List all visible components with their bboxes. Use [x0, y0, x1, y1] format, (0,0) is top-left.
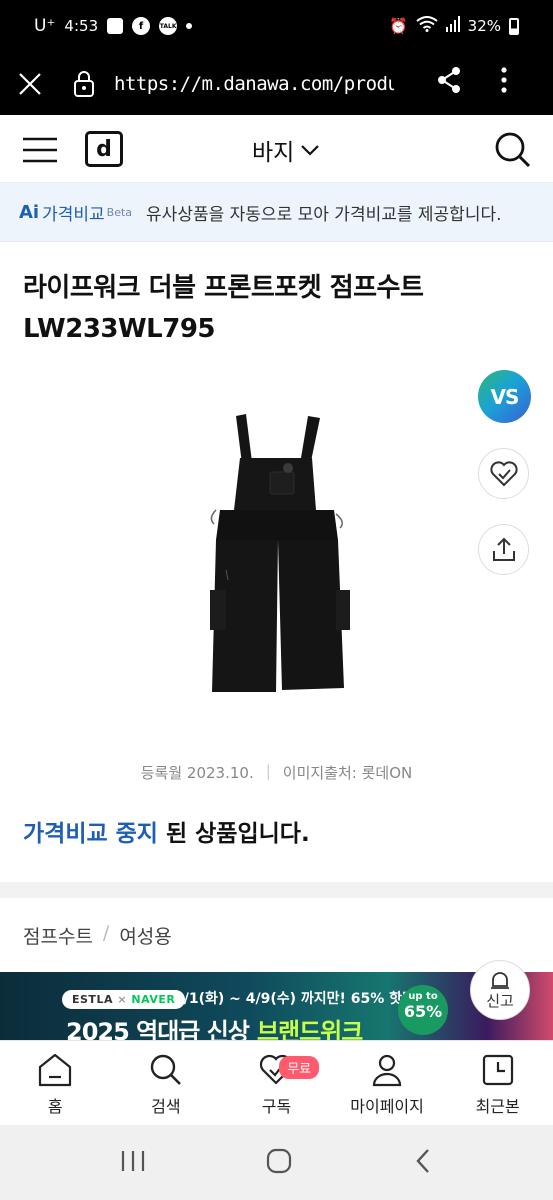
menu-button[interactable]: [22, 137, 58, 167]
search-icon: [495, 132, 531, 168]
ai-message: 유사상품을 자동으로 모아 가격비교를 제공합니다.: [146, 204, 502, 225]
signal-icon: [445, 16, 460, 36]
nav-mypage[interactable]: 마이페이지: [332, 1041, 443, 1125]
breadcrumb-item[interactable]: 여성용: [119, 922, 171, 949]
comparison-status-highlight: 가격비교 중지: [23, 821, 158, 847]
back-button[interactable]: [413, 1147, 433, 1179]
recent-apps-button[interactable]: [120, 1149, 146, 1177]
nav-recent[interactable]: 최근본: [442, 1041, 553, 1125]
browser-url-bar: https://m.danawa.com/product/: [0, 52, 553, 115]
banner-discount-upto: up to: [408, 991, 438, 1002]
close-icon: [19, 72, 41, 95]
nav-subscribe-label: 구독: [261, 1097, 292, 1116]
beta-tag: Beta: [106, 205, 133, 219]
banner-discount-pct: 65%: [403, 1002, 443, 1021]
alarm-icon: ⏰: [388, 17, 408, 35]
battery-icon: [509, 17, 519, 35]
breadcrumb-separator: /: [102, 922, 110, 944]
bottom-navigation: 홈 검색 무료 구독 마이페이지 최근본: [0, 1040, 553, 1125]
image-source: 이미지출처: 롯데ON: [282, 764, 413, 782]
ai-badge: Ai: [19, 201, 40, 223]
nav-home-label: 홈: [47, 1097, 63, 1116]
wishlist-button[interactable]: [478, 448, 529, 499]
nav-home[interactable]: 홈: [0, 1041, 111, 1125]
siren-icon: [491, 971, 509, 989]
breadcrumb: 점프수트 / 여성용: [23, 922, 172, 949]
wifi-icon: [416, 16, 438, 36]
banner-period: 4/1(화) ~ 4/9(수) 까지만! 65% 핫딜: [174, 991, 415, 1007]
comparison-status-text: 된 상품입니다.: [157, 821, 310, 847]
registered-date: 등록월 2023.10.: [140, 764, 254, 782]
search-button[interactable]: [494, 131, 532, 173]
nav-mypage-label: 마이페이지: [350, 1097, 424, 1116]
banner-brand-x: ×: [117, 993, 128, 1006]
banner-brand-naver: NAVER: [131, 993, 176, 1006]
system-navigation-bar: [0, 1125, 553, 1200]
hamburger-menu-icon: [23, 137, 57, 163]
browser-menu-button[interactable]: [492, 64, 516, 100]
carrier-label: U⁺: [34, 16, 56, 36]
facebook-notification-icon: f: [132, 17, 151, 35]
nav-search[interactable]: 검색: [111, 1041, 222, 1125]
site-logo[interactable]: d: [85, 131, 123, 167]
search-icon: [150, 1054, 181, 1085]
free-badge: 무료: [279, 1056, 320, 1079]
banner-headline-brand: 브랜드위크: [256, 1018, 363, 1040]
product-meta: 등록월 2023.10. | 이미지출처: 롯데ON: [0, 762, 553, 783]
breadcrumb-item[interactable]: 점프수트: [23, 922, 93, 949]
section-divider: [0, 882, 553, 898]
category-dropdown[interactable]: 바지: [252, 133, 320, 167]
recent-clock-icon: [482, 1054, 513, 1086]
vs-compare-button[interactable]: VS: [478, 370, 531, 423]
kakaotalk-notification-icon: TALK: [159, 17, 178, 35]
share-button[interactable]: [478, 524, 529, 575]
category-label: 바지: [252, 140, 295, 166]
share-page-button[interactable]: [436, 66, 462, 98]
banner-headline: 2025 역대급 신상 브랜드위크: [66, 1012, 363, 1040]
upload-share-icon: [492, 537, 515, 561]
banner-headline-text: 2025 역대급 신상: [66, 1018, 250, 1040]
ai-label: 가격비교: [42, 204, 105, 225]
banner-brand-pill: ESTLA × NAVER: [62, 990, 186, 1009]
home-button[interactable]: [265, 1147, 293, 1179]
gallery-notification-icon: [107, 18, 124, 34]
more-vertical-icon: [501, 67, 507, 93]
ai-price-compare-bar[interactable]: Ai 가격비교 Beta 유사상품을 자동으로 모아 가격비교를 제공합니다.: [0, 183, 553, 242]
heart-check-icon: [489, 460, 518, 486]
product-image[interactable]: [190, 410, 365, 706]
comparison-status: 가격비교 중지 된 상품입니다.: [23, 814, 310, 848]
meta-divider: |: [265, 762, 271, 780]
banner-discount-badge: up to 65%: [398, 985, 448, 1035]
status-bar: U⁺ 4:53 f TALK ⏰ 32%: [0, 0, 553, 52]
recent-apps-icon: [121, 1150, 144, 1171]
battery-percent: 32%: [467, 17, 501, 35]
share-icon: [438, 67, 460, 93]
back-chevron-icon: [416, 1148, 430, 1173]
lock-icon: [74, 70, 94, 97]
report-label: 신고: [486, 991, 514, 1010]
product-title: 라이프워크 더블 프론트포켓 점프수트 LW233WL795: [23, 273, 424, 344]
jumpsuit-product-illustration: [210, 414, 350, 692]
site-info-button[interactable]: [64, 70, 104, 98]
clock: 4:53: [64, 17, 99, 35]
more-notifications-dot-icon: [186, 23, 193, 29]
home-circle-icon: [267, 1148, 292, 1173]
chevron-down-icon: [301, 145, 320, 156]
nav-search-label: 검색: [151, 1097, 181, 1116]
side-action-buttons: VS: [478, 370, 531, 575]
url-text[interactable]: https://m.danawa.com/product/: [114, 73, 394, 95]
nav-subscribe[interactable]: 무료 구독: [221, 1041, 332, 1125]
nav-recent-label: 최근본: [475, 1097, 520, 1116]
home-icon: [39, 1053, 72, 1087]
report-button[interactable]: 신고: [470, 960, 530, 1020]
site-header: d 바지: [0, 115, 553, 183]
banner-brand-estla: ESTLA: [72, 993, 113, 1006]
user-icon: [372, 1054, 402, 1087]
